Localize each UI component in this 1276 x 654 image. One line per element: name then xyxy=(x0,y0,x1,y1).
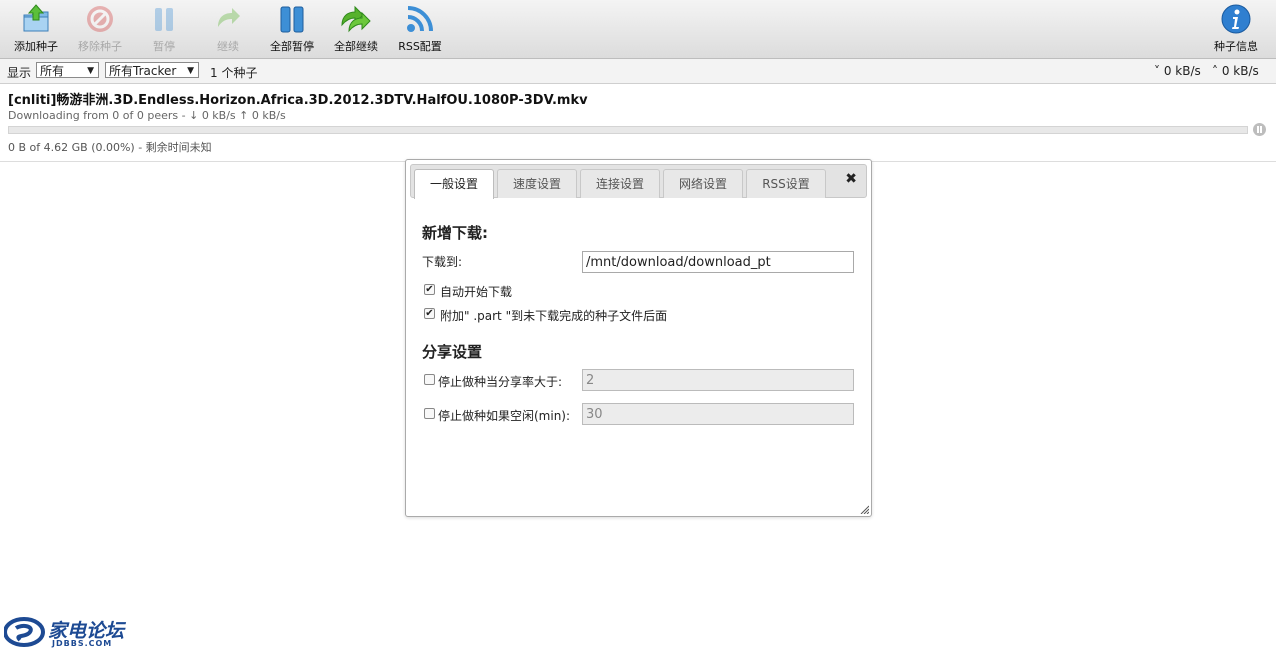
status-filter-select[interactable]: 所有 ▼ xyxy=(36,62,99,78)
tab-connection[interactable]: 连接设置 xyxy=(580,169,660,198)
toolbar: 添加种子 移除种子 暂停 继续 全部暂停 全部继续 RSS配置 种子信息 xyxy=(0,0,1276,59)
tracker-filter-value: 所有Tracker xyxy=(109,64,177,78)
rss-config-label: RSS配置 xyxy=(398,40,442,53)
torrent-count: 1 个种子 xyxy=(210,66,258,80)
torrent-name: [cnliti]畅游非洲.3D.Endless.Horizon.Africa.3… xyxy=(8,93,588,108)
upload-speed-value: 0 kB/s xyxy=(1221,64,1259,78)
torrent-pause-icon[interactable] xyxy=(1253,123,1266,136)
download-to-label: 下载到: xyxy=(422,255,463,269)
upload-arrow-icon: ˄ xyxy=(1212,64,1218,78)
close-icon[interactable]: ✖ xyxy=(845,171,857,187)
pause-all-icon xyxy=(280,6,304,33)
idle-limit-label: 停止做种如果空闲(min): xyxy=(438,409,571,423)
resume-all-icon xyxy=(341,5,371,33)
auto-start-checkbox[interactable]: ✔ xyxy=(424,284,435,295)
dropdown-arrow-icon: ▼ xyxy=(87,66,94,76)
rss-icon xyxy=(407,6,433,32)
share-settings-title: 分享设置 xyxy=(422,343,483,361)
watermark-site: JDBBS.COM xyxy=(52,639,113,648)
show-label: 显示 xyxy=(7,66,32,80)
dropdown-arrow-icon: ▼ xyxy=(187,66,194,76)
idle-limit-input[interactable] xyxy=(582,403,854,425)
pause-icon xyxy=(155,8,173,31)
append-part-label: 附加" .part "到未下载完成的种子文件后面 xyxy=(440,309,668,323)
torrent-progress-text: 0 B of 4.62 GB (0.00%) - 剩余时间未知 xyxy=(8,141,212,154)
download-speed-value: 0 kB/s xyxy=(1163,64,1201,78)
remove-icon xyxy=(87,6,113,32)
resize-handle-icon[interactable] xyxy=(859,504,869,514)
ratio-limit-input[interactable] xyxy=(582,369,854,391)
torrent-info-button[interactable]: 种子信息 xyxy=(1204,0,1268,58)
download-dir-input[interactable] xyxy=(582,251,854,273)
remove-torrent-button[interactable]: 移除种子 xyxy=(68,0,132,58)
filter-bar: 显示 所有 ▼ 所有Tracker ▼ 1 个种子 ˅ 0 kB/s ˄ 0 k… xyxy=(0,59,1276,84)
tab-general[interactable]: 一般设置 xyxy=(414,169,494,199)
status-filter-value: 所有 xyxy=(40,64,65,78)
download-speed: ˅ 0 kB/s xyxy=(1154,64,1201,78)
jdbbs-logo-icon xyxy=(4,617,45,647)
add-torrent-button[interactable]: 添加种子 xyxy=(4,0,68,58)
torrent-info-label: 种子信息 xyxy=(1214,40,1258,53)
torrent-peers: Downloading from 0 of 0 peers - ↓ 0 kB/s… xyxy=(8,109,286,122)
rss-config-button[interactable]: RSS配置 xyxy=(388,0,452,58)
upload-speed: ˄ 0 kB/s xyxy=(1212,64,1259,78)
resume-button[interactable]: 继续 xyxy=(196,0,260,58)
torrent-progress-bar xyxy=(8,126,1248,134)
dialog-tab-bar: 一般设置 速度设置 连接设置 网络设置 RSS设置 ✖ xyxy=(410,164,867,199)
pause-button[interactable]: 暂停 xyxy=(132,0,196,58)
preferences-dialog: 一般设置 速度设置 连接设置 网络设置 RSS设置 ✖ 新增下载: 下载到: ✔… xyxy=(405,159,872,517)
torrent-row[interactable]: [cnliti]畅游非洲.3D.Endless.Horizon.Africa.3… xyxy=(0,84,1276,162)
watermark-logo: 家电论坛 JDBBS.COM xyxy=(4,616,128,650)
new-download-title: 新增下载: xyxy=(422,224,488,242)
download-arrow-icon: ˅ xyxy=(1154,64,1160,78)
auto-start-label: 自动开始下载 xyxy=(440,285,513,299)
idle-limit-checkbox[interactable] xyxy=(424,408,435,419)
append-part-checkbox[interactable]: ✔ xyxy=(424,308,435,319)
tracker-filter-select[interactable]: 所有Tracker ▼ xyxy=(105,62,199,78)
resume-arrow-icon xyxy=(218,8,240,27)
pause-all-button[interactable]: 全部暂停 xyxy=(260,0,324,58)
tab-speed[interactable]: 速度设置 xyxy=(497,169,577,198)
ratio-limit-label: 停止做种当分享率大于: xyxy=(438,375,563,389)
tab-rss[interactable]: RSS设置 xyxy=(746,169,826,198)
add-torrent-icon xyxy=(23,4,49,32)
resume-all-button[interactable]: 全部继续 xyxy=(324,0,388,58)
tab-network[interactable]: 网络设置 xyxy=(663,169,743,198)
ratio-limit-checkbox[interactable] xyxy=(424,374,435,385)
info-icon xyxy=(1221,4,1251,34)
